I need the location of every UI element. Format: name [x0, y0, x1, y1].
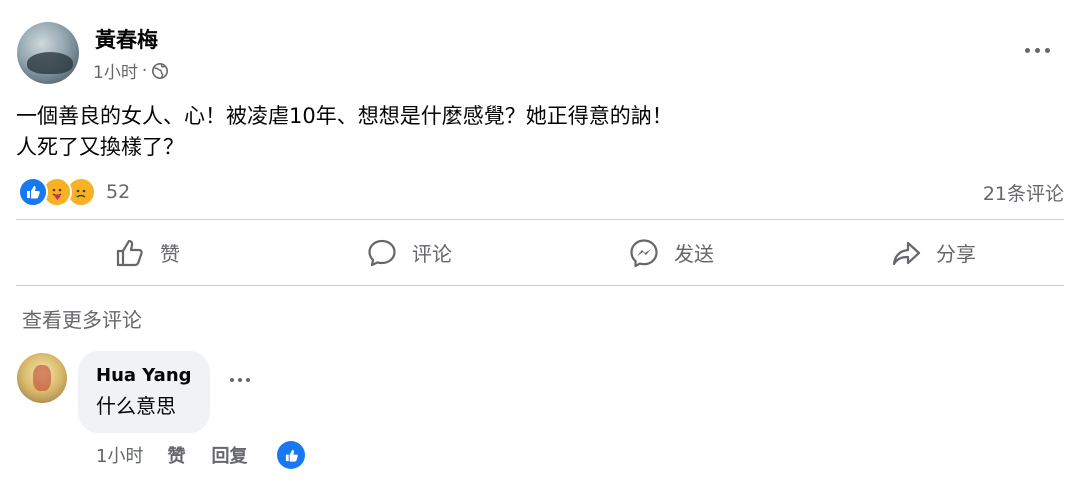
post-meta: 1小时 ·: [93, 58, 169, 83]
send-label: 发送: [674, 242, 714, 266]
share-label: 分享: [936, 242, 976, 266]
messenger-icon: [630, 238, 658, 267]
comment-count-link[interactable]: 21条评论: [983, 179, 1064, 206]
view-more-comments-link[interactable]: 查看更多评论: [22, 304, 142, 333]
more-options-icon[interactable]: [1020, 40, 1054, 60]
divider: [16, 285, 1064, 286]
post-author-name[interactable]: 黃春梅: [95, 24, 158, 54]
comment-bubble: Hua Yang 什么意思: [78, 351, 210, 433]
reaction-count: 52: [106, 181, 131, 203]
globe-icon[interactable]: [151, 62, 169, 80]
comment-like-button[interactable]: 赞: [167, 442, 185, 468]
post-time[interactable]: 1小时: [93, 58, 138, 83]
share-button[interactable]: 分享: [802, 220, 1064, 285]
like-reaction-icon: [18, 177, 48, 207]
comment-time[interactable]: 1小时: [96, 442, 143, 468]
meta-separator: ·: [141, 60, 148, 81]
comment-text: 什么意思: [96, 394, 176, 418]
like-label: 赞: [160, 242, 180, 266]
comment-more-icon[interactable]: [230, 378, 250, 382]
thumbs-up-icon: [116, 239, 143, 266]
comment-label: 评论: [412, 242, 452, 266]
author-avatar[interactable]: [17, 22, 79, 84]
post-text: 一個善良的女人、心！被凌虐10年、想想是什麼感覺？她正得意的訥！ 人死了又換樣了…: [16, 104, 673, 159]
comment-bubble-icon: [368, 239, 396, 266]
comment-footer: 1小时 赞 回复: [96, 441, 306, 469]
share-arrow-icon: [892, 241, 921, 265]
action-bar: 赞 评论 发送 分享: [16, 220, 1064, 285]
like-button[interactable]: 赞: [16, 220, 278, 285]
commenter-name[interactable]: Hua Yang: [96, 365, 192, 386]
send-button[interactable]: 发送: [540, 220, 802, 285]
commenter-avatar[interactable]: [17, 353, 67, 403]
reaction-summary[interactable]: 52: [18, 177, 130, 207]
comment-button[interactable]: 评论: [278, 220, 540, 285]
comment-reply-button[interactable]: 回复: [211, 442, 247, 468]
comment-like-reaction-icon[interactable]: [277, 441, 306, 469]
